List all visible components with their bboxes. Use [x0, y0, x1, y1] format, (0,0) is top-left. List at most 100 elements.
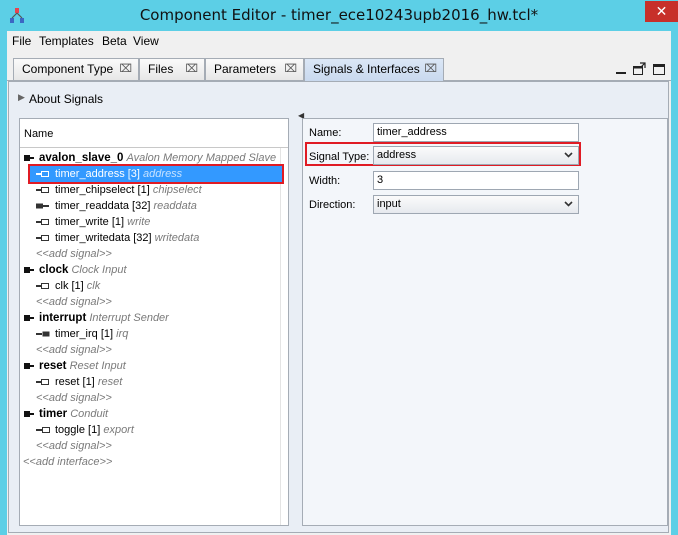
- minimize-icon[interactable]: [614, 62, 628, 76]
- signal-type: clk: [86, 280, 101, 292]
- signal-row[interactable]: timer_address [3] address: [28, 164, 284, 184]
- signal-output-icon: [36, 203, 49, 209]
- direction-value: input: [377, 198, 401, 210]
- about-signals-toggle[interactable]: About Signals: [29, 92, 103, 106]
- tab-label: Files: [148, 62, 174, 76]
- signal-name: toggle [1]: [55, 424, 101, 436]
- menu-bar: File Templates Beta View: [7, 31, 671, 51]
- interface-type: Interrupt Sender: [89, 312, 169, 324]
- tree-column-header: Name: [20, 119, 288, 148]
- signals-interfaces-panel: ▶ About Signals Name avalon_slave_0 Aval…: [8, 81, 669, 533]
- signal-input-icon: [36, 235, 49, 242]
- interface-connector-icon: [24, 315, 34, 322]
- signal-type: export: [103, 424, 134, 436]
- signal-name: reset [1]: [55, 376, 95, 388]
- interface-name: timer: [39, 408, 68, 420]
- tab-files[interactable]: Files ⌧: [139, 58, 205, 81]
- tab-close-icon[interactable]: ⌧: [424, 59, 437, 80]
- width-field[interactable]: 3: [373, 171, 579, 190]
- add-signal-item[interactable]: <<add signal>>: [36, 390, 112, 406]
- signal-name: clk [1]: [55, 280, 84, 292]
- menu-beta[interactable]: Beta: [102, 34, 127, 48]
- signal-row[interactable]: timer_irq [1] irq: [36, 326, 128, 342]
- tab-parameters[interactable]: Parameters ⌧: [205, 58, 304, 81]
- add-interface-item[interactable]: <<add interface>>: [23, 454, 112, 470]
- signal-row[interactable]: clk [1] clk: [36, 278, 100, 294]
- add-signal-label: <<add signal>>: [36, 296, 112, 308]
- close-window-button[interactable]: ✕: [645, 1, 678, 22]
- signal-type-label: Signal Type:: [309, 151, 370, 163]
- interface-name: avalon_slave_0: [39, 152, 124, 164]
- tab-strip: Component Type ⌧ Files ⌧ Parameters ⌧ Si…: [7, 58, 671, 82]
- add-signal-label: <<add signal>>: [36, 344, 112, 356]
- menu-file[interactable]: File: [12, 34, 31, 48]
- signal-type: chipselect: [152, 184, 202, 196]
- tree-scrollbar[interactable]: [280, 148, 288, 525]
- signal-name: timer_irq [1]: [55, 328, 114, 340]
- signal-output-icon: [36, 331, 50, 337]
- add-signal-item[interactable]: <<add signal>>: [36, 246, 112, 262]
- signal-row[interactable]: timer_writedata [32] writedata: [36, 230, 199, 246]
- tab-close-icon[interactable]: ⌧: [185, 59, 198, 80]
- tab-label: Signals & Interfaces: [313, 62, 420, 76]
- interface-tree: Name avalon_slave_0 Avalon Memory Mapped…: [19, 118, 289, 526]
- signal-input-icon: [36, 171, 49, 178]
- tab-close-icon[interactable]: ⌧: [284, 59, 297, 80]
- interface-name: interrupt: [39, 312, 87, 324]
- chevron-down-icon: [564, 152, 573, 158]
- tab-label: Component Type: [22, 62, 114, 76]
- maximize-icon[interactable]: [652, 62, 666, 76]
- signal-row[interactable]: reset [1] reset: [36, 374, 122, 390]
- interface-name: reset: [39, 360, 67, 372]
- window-title: Component Editor - timer_ece10243upb2016…: [139, 6, 539, 24]
- tab-close-icon[interactable]: ⌧: [119, 59, 132, 80]
- signal-name: timer_writedata [32]: [55, 232, 152, 244]
- interface-row[interactable]: interrupt Interrupt Sender: [24, 310, 169, 326]
- interface-connector-icon: [24, 155, 34, 162]
- tab-label: Parameters: [214, 62, 277, 76]
- tab-signals-interfaces[interactable]: Signals & Interfaces ⌧: [304, 58, 444, 82]
- signal-name: timer_readdata [32]: [55, 200, 151, 212]
- menu-view[interactable]: View: [133, 34, 159, 48]
- name-label: Name:: [309, 127, 342, 139]
- interface-type: Conduit: [70, 408, 109, 420]
- expand-arrow-icon[interactable]: ▶: [18, 92, 25, 103]
- signal-type: write: [127, 216, 151, 228]
- interface-name: clock: [39, 264, 69, 276]
- signal-name: timer_address [3]: [55, 168, 140, 180]
- menu-templates[interactable]: Templates: [39, 34, 94, 48]
- interface-type: Clock Input: [71, 264, 127, 276]
- signal-input-icon: [36, 219, 49, 226]
- add-signal-item[interactable]: <<add signal>>: [36, 438, 112, 454]
- direction-label: Direction:: [309, 199, 356, 211]
- signal-row[interactable]: timer_chipselect [1] chipselect: [36, 182, 202, 198]
- interface-connector-icon: [24, 363, 34, 370]
- signal-input-icon: [36, 187, 49, 194]
- signal-output-icon: [36, 427, 50, 434]
- add-signal-label: <<add signal>>: [36, 392, 112, 404]
- interface-row[interactable]: clock Clock Input: [24, 262, 127, 278]
- undock-icon[interactable]: [632, 62, 646, 76]
- signal-type: writedata: [154, 232, 200, 244]
- signal-input-icon: [36, 379, 49, 386]
- tab-component-type[interactable]: Component Type ⌧: [13, 58, 139, 81]
- interface-row[interactable]: timer Conduit: [24, 406, 108, 422]
- signal-row[interactable]: toggle [1] export: [36, 422, 134, 438]
- signal-input-icon: [36, 283, 49, 290]
- signal-name-field[interactable]: timer_address: [373, 123, 579, 142]
- window-client: File Templates Beta View Component Type …: [7, 31, 671, 535]
- signal-type: readdata: [153, 200, 197, 212]
- signal-row[interactable]: timer_readdata [32] readdata: [36, 198, 197, 214]
- add-signal-item[interactable]: <<add signal>>: [36, 294, 112, 310]
- signal-type: irq: [116, 328, 129, 340]
- interface-row[interactable]: avalon_slave_0 Avalon Memory Mapped Slav…: [24, 150, 276, 166]
- signal-type: address: [143, 168, 183, 180]
- add-signal-label: <<add signal>>: [36, 440, 112, 452]
- interface-row[interactable]: reset Reset Input: [24, 358, 126, 374]
- direction-select[interactable]: input: [373, 195, 579, 214]
- add-signal-item[interactable]: <<add signal>>: [36, 342, 112, 358]
- add-signal-label: <<add signal>>: [36, 248, 112, 260]
- signal-properties-panel: Name: timer_address Signal Type: address…: [302, 118, 668, 526]
- signal-row[interactable]: timer_write [1] write: [36, 214, 150, 230]
- signal-type-select[interactable]: address: [373, 146, 579, 165]
